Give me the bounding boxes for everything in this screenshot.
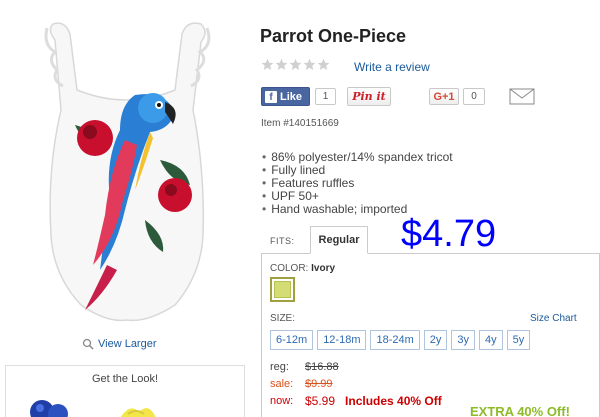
sale-price-label: sale: bbox=[270, 377, 294, 390]
facebook-icon: f bbox=[265, 90, 277, 103]
color-label: COLOR: Ivory bbox=[270, 263, 336, 274]
star-empty-icon bbox=[275, 58, 288, 70]
sale-price-row: sale: $9.99 bbox=[270, 375, 442, 392]
star-empty-icon bbox=[261, 58, 274, 70]
extra-off-banner: EXTRA 40% Off! bbox=[470, 404, 570, 417]
magnifier-icon bbox=[82, 338, 94, 350]
feature-list: 86% polyester/14% spandex tricot Fully l… bbox=[262, 151, 452, 216]
size-option[interactable]: 2y bbox=[423, 330, 448, 350]
now-price-label: now: bbox=[270, 394, 294, 407]
pinterest-pin-button[interactable]: Pin it bbox=[347, 87, 391, 106]
size-option[interactable]: 3y bbox=[451, 330, 476, 350]
look-item-thumbnail[interactable] bbox=[28, 394, 73, 417]
google-plus-button[interactable]: G+1 bbox=[429, 88, 459, 105]
fits-label: FITS: bbox=[270, 236, 295, 246]
selected-color-name: Ivory bbox=[311, 263, 336, 274]
facebook-like-count: 1 bbox=[315, 88, 336, 105]
price-overlay: $4.79 bbox=[401, 213, 497, 255]
get-the-look-panel: Get the Look! bbox=[5, 365, 245, 417]
view-larger-link[interactable]: View Larger bbox=[82, 338, 157, 350]
look-item-thumbnail[interactable] bbox=[114, 400, 159, 417]
email-icon[interactable] bbox=[509, 88, 535, 105]
purchase-options-panel: COLOR: Ivory SIZE: Size Chart 6-12m 12-1… bbox=[261, 253, 600, 417]
size-option[interactable]: 5y bbox=[506, 330, 531, 350]
star-empty-icon bbox=[317, 58, 330, 70]
facebook-like-label: Like bbox=[280, 90, 303, 103]
color-swatch-fill bbox=[274, 281, 291, 298]
regular-price-value: $16.88 bbox=[305, 360, 339, 373]
facebook-like-button[interactable]: f Like bbox=[261, 87, 310, 106]
rating-stars[interactable] bbox=[261, 58, 330, 71]
size-option[interactable]: 4y bbox=[479, 330, 503, 350]
tab-regular-fit[interactable]: Regular bbox=[310, 226, 368, 254]
size-option[interactable]: 18-24m bbox=[370, 330, 420, 350]
regular-price-row: reg: $16.88 bbox=[270, 358, 442, 375]
product-title: Parrot One-Piece bbox=[260, 26, 407, 46]
item-number: Item #140151669 bbox=[261, 118, 339, 129]
size-chart-link[interactable]: Size Chart bbox=[530, 313, 577, 324]
size-selector: 6-12m 12-18m 18-24m 2y 3y 4y 5y bbox=[270, 330, 531, 350]
star-empty-icon bbox=[303, 58, 316, 70]
google-plus-count: 0 bbox=[463, 88, 485, 105]
size-option[interactable]: 12-18m bbox=[317, 330, 367, 350]
sale-price-value: $9.99 bbox=[305, 377, 333, 390]
view-larger-label: View Larger bbox=[98, 338, 157, 350]
promo-text: Includes 40% Off bbox=[345, 393, 442, 408]
regular-price-label: reg: bbox=[270, 360, 289, 373]
now-price-value: $5.99 bbox=[305, 393, 336, 408]
product-image[interactable] bbox=[25, 20, 230, 325]
size-label: SIZE: bbox=[270, 313, 296, 324]
price-block: reg: $16.88 sale: $9.99 now: $5.99 Inclu… bbox=[270, 358, 442, 409]
size-option[interactable]: 6-12m bbox=[270, 330, 314, 350]
star-empty-icon bbox=[289, 58, 302, 70]
now-price-row: now: $5.99 Includes 40% Off bbox=[270, 392, 442, 409]
color-swatch-ivory[interactable] bbox=[270, 277, 295, 302]
write-review-link[interactable]: Write a review bbox=[354, 60, 430, 74]
get-the-look-title: Get the Look! bbox=[91, 373, 159, 385]
product-gallery: View Larger Get the Look! bbox=[0, 0, 250, 417]
